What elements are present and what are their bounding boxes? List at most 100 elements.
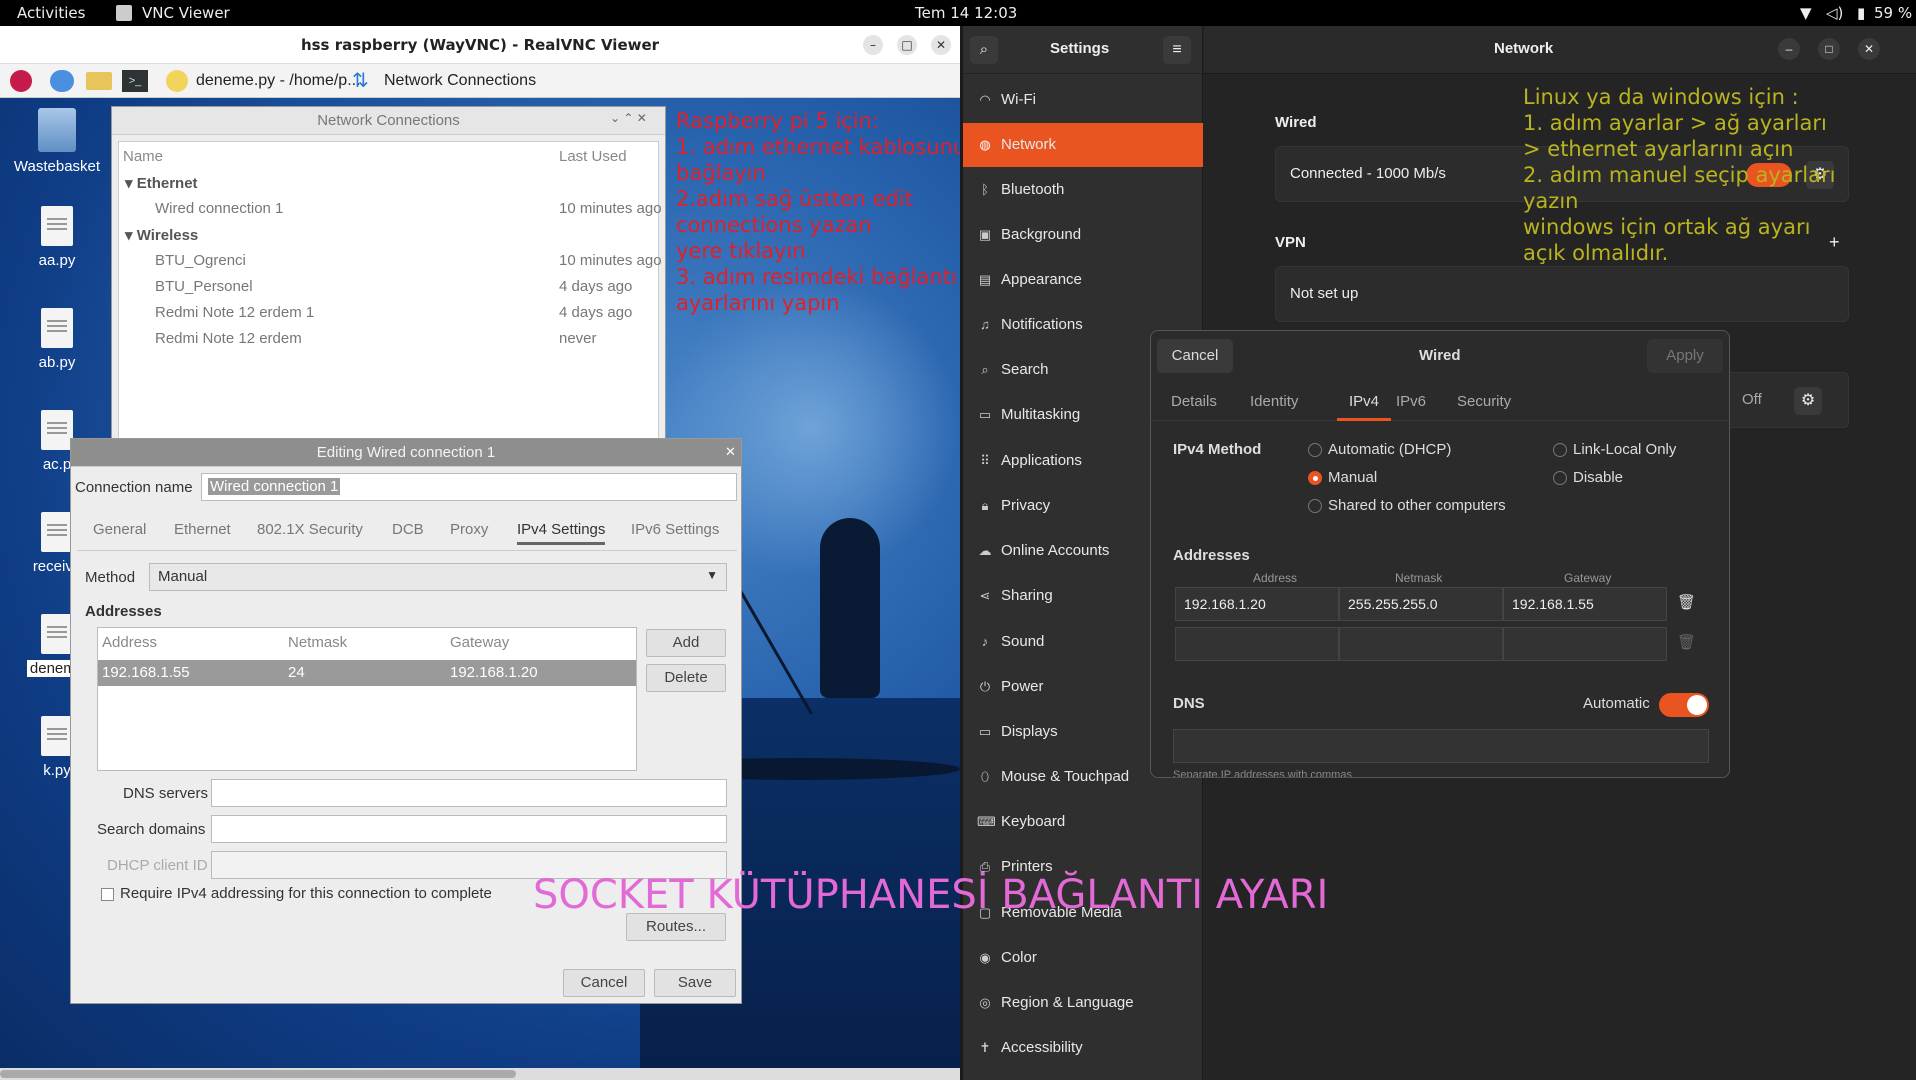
table-row[interactable]: 192.168.1.55 24 192.168.1.20: [98, 660, 636, 686]
desktop-icon-ab[interactable]: ab.py: [12, 308, 102, 371]
task-deneme[interactable]: deneme.py - /home/p...: [196, 72, 361, 90]
tab-general[interactable]: General: [93, 521, 146, 538]
netmask-input[interactable]: 255.255.255.0: [1339, 587, 1503, 621]
trash-icon[interactable]: 🗑︎: [1677, 633, 1696, 651]
group-wireless[interactable]: ▾ Wireless: [125, 226, 198, 244]
save-button[interactable]: Save: [654, 969, 736, 997]
sidebar-item-network[interactable]: ◍ Network: [963, 123, 1203, 167]
vnc-title-bar[interactable]: hss raspberry (WayVNC) - RealVNC Viewer: [0, 26, 960, 64]
battery-icon[interactable]: ▮: [1857, 4, 1865, 22]
radio-manual[interactable]: [1308, 471, 1322, 485]
sidebar-item-bluetooth[interactable]: ᛒ Bluetooth: [963, 168, 1203, 212]
tab-ipv4[interactable]: IPv4 Settings: [517, 521, 606, 545]
tab-details[interactable]: Details: [1171, 393, 1217, 410]
desktop-icon-wastebasket[interactable]: Wastebasket: [12, 108, 102, 175]
tab-dcb[interactable]: DCB: [392, 521, 424, 538]
radio-shared[interactable]: [1308, 499, 1322, 513]
maximize-button[interactable]: □: [1818, 38, 1840, 60]
clock[interactable]: Tem 14 12:03: [915, 4, 1017, 22]
scrollbar-thumb[interactable]: [0, 1070, 516, 1078]
address-input-empty[interactable]: [1175, 627, 1339, 661]
sidebar-item-accessibility[interactable]: ✝ Accessibility: [963, 1026, 1203, 1070]
tab-identity[interactable]: Identity: [1250, 393, 1298, 410]
mouse-icon: ⬯: [980, 769, 990, 784]
conn-last: 4 days ago: [559, 304, 633, 321]
activities-button[interactable]: Activities: [17, 4, 85, 22]
desktop-icon-label: Wastebasket: [13, 158, 101, 175]
delete-button[interactable]: Delete: [646, 664, 726, 692]
conn-redmi-1[interactable]: Redmi Note 12 erdem 1: [155, 304, 314, 321]
gateway-input[interactable]: 192.168.1.55: [1503, 587, 1667, 621]
group-ethernet[interactable]: ▾ Ethernet: [125, 174, 198, 192]
minimize-button[interactable]: –: [1778, 38, 1800, 60]
terminal-icon[interactable]: >_: [122, 70, 148, 92]
radio-disable[interactable]: [1553, 471, 1567, 485]
minimize-button[interactable]: –: [863, 35, 883, 55]
conn-btu-ogrenci[interactable]: BTU_Ogrenci: [155, 252, 246, 269]
gear-icon[interactable]: ⚙: [1794, 387, 1822, 415]
dns-input[interactable]: [1173, 729, 1709, 763]
tab-ethernet[interactable]: Ethernet: [174, 521, 231, 538]
dns-input[interactable]: [211, 779, 727, 807]
method-select[interactable]: Manual ▼: [149, 563, 727, 591]
sidebar-item-wifi[interactable]: ◠ Wi-Fi: [963, 78, 1203, 122]
note-line: > ethernet ayarlarını açın: [1523, 137, 1794, 161]
volume-icon[interactable]: ◁): [1826, 4, 1843, 22]
app-menu[interactable]: VNC Viewer: [142, 4, 230, 22]
sidebar-label: Mouse & Touchpad: [1001, 768, 1130, 785]
horizontal-scrollbar[interactable]: [0, 1068, 960, 1080]
search-domains-input[interactable]: [211, 815, 727, 843]
close-button[interactable]: ✕: [1858, 38, 1880, 60]
sidebar-item-appearance[interactable]: ▤ Appearance: [963, 258, 1203, 302]
task-network-connections[interactable]: Network Connections: [384, 72, 536, 90]
tab-8021x[interactable]: 802.1X Security: [257, 521, 363, 538]
sidebar-item-region[interactable]: ◎ Region & Language: [963, 981, 1203, 1025]
close-icon[interactable]: ✕: [725, 444, 736, 460]
col-gateway[interactable]: Gateway: [450, 634, 509, 651]
col-netmask[interactable]: Netmask: [288, 634, 347, 651]
cancel-button[interactable]: Cancel: [563, 969, 645, 997]
maximize-button[interactable]: □: [897, 35, 917, 55]
raspberry-menu-icon[interactable]: [10, 70, 32, 92]
require-checkbox[interactable]: [101, 888, 114, 901]
editing-title[interactable]: Editing Wired connection 1: [71, 439, 741, 467]
col-netmask: Netmask: [1395, 571, 1443, 585]
tab-ipv6[interactable]: IPv6 Settings: [631, 521, 719, 538]
conn-wired-1[interactable]: Wired connection 1: [155, 200, 283, 217]
dns-automatic-toggle[interactable]: [1659, 693, 1709, 717]
col-last-used[interactable]: Last Used: [559, 148, 627, 165]
search-icon[interactable]: ⌕: [970, 36, 998, 64]
tab-proxy[interactable]: Proxy: [450, 521, 488, 538]
desktop-icon-aa[interactable]: aa.py: [12, 206, 102, 269]
close-button[interactable]: ✕: [931, 35, 951, 55]
conn-last: 10 minutes ago: [559, 252, 662, 269]
file-icon: [41, 410, 73, 450]
tab-security[interactable]: Security: [1457, 393, 1511, 410]
sidebar-item-background[interactable]: ▣ Background: [963, 213, 1203, 257]
col-address[interactable]: Address: [102, 634, 157, 651]
network-connections-title[interactable]: Network Connections: [112, 107, 665, 135]
address-input[interactable]: 192.168.1.20: [1175, 587, 1339, 621]
cancel-button[interactable]: Cancel: [1157, 339, 1233, 373]
conn-redmi[interactable]: Redmi Note 12 erdem: [155, 330, 302, 347]
window-menu-icon[interactable]: ⌄ ⌃ ✕: [610, 111, 647, 125]
menu-icon[interactable]: ≡: [1163, 36, 1191, 64]
fisherman-silhouette: [820, 518, 880, 698]
netmask-input-empty[interactable]: [1339, 627, 1503, 661]
wifi-icon[interactable]: ▼: [1800, 4, 1812, 22]
trash-icon[interactable]: 🗑︎: [1677, 593, 1696, 611]
folder-icon[interactable]: [86, 72, 112, 90]
tab-ipv4[interactable]: IPv4: [1337, 393, 1392, 421]
gateway-input-empty[interactable]: [1503, 627, 1667, 661]
sidebar-item-color[interactable]: ◉ Color: [963, 936, 1203, 980]
apply-button[interactable]: Apply: [1647, 339, 1723, 373]
add-button[interactable]: Add: [646, 629, 726, 657]
radio-automatic[interactable]: [1308, 443, 1322, 457]
browser-icon[interactable]: [50, 70, 74, 92]
sidebar-item-keyboard[interactable]: ⌨ Keyboard: [963, 800, 1203, 844]
tab-ipv6[interactable]: IPv6: [1396, 393, 1426, 410]
col-name[interactable]: Name: [123, 148, 163, 165]
radio-link-local[interactable]: [1553, 443, 1567, 457]
conn-btu-personel[interactable]: BTU_Personel: [155, 278, 253, 295]
connection-name-input[interactable]: Wired connection 1: [201, 473, 737, 501]
